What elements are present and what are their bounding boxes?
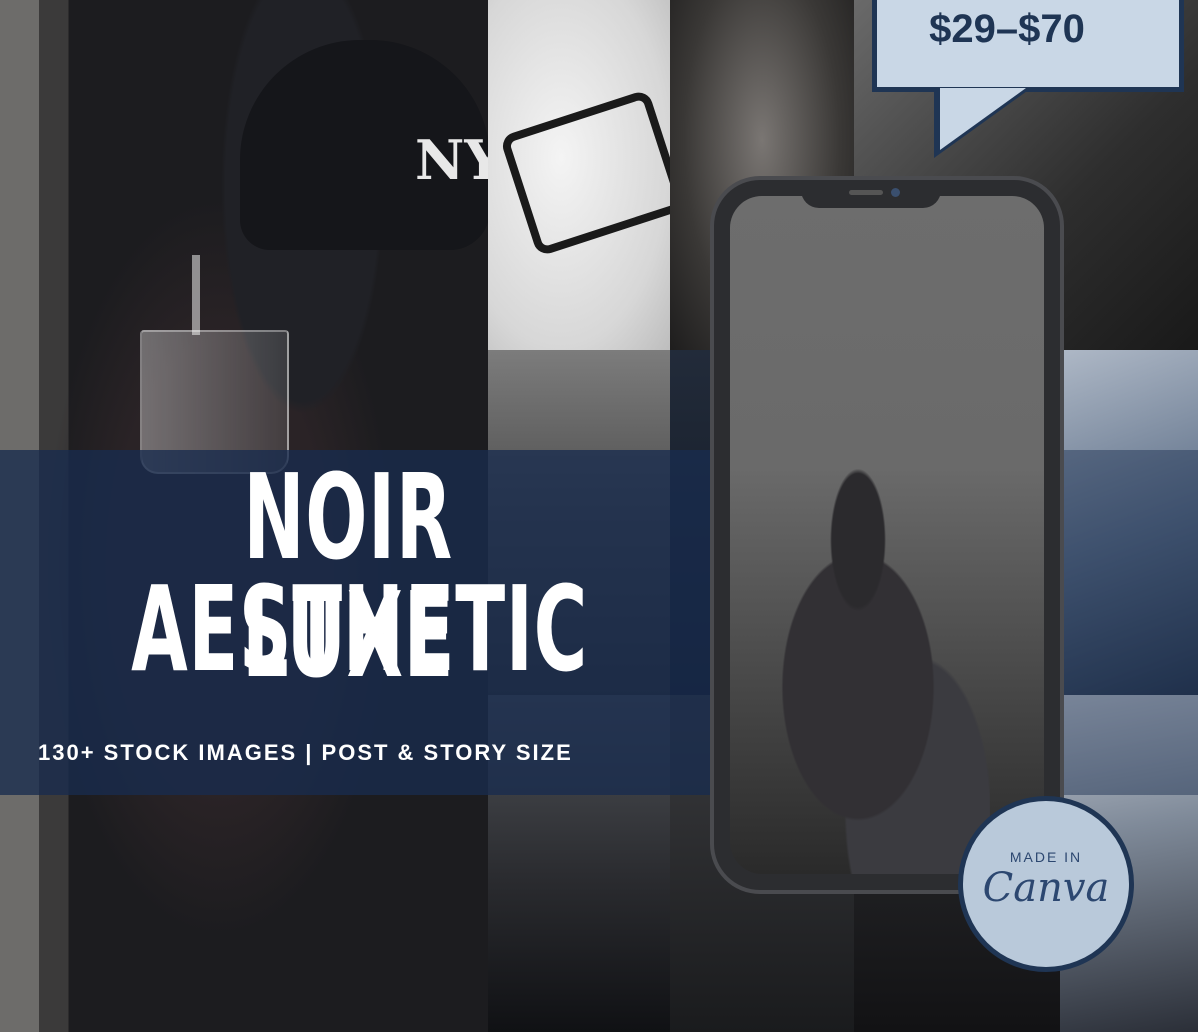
cap-logo-text: NY <box>415 128 503 192</box>
phone-photo-person <box>750 456 990 874</box>
speaker-icon <box>849 190 883 195</box>
made-in-canva-badge: MADE IN Canva <box>958 796 1134 972</box>
phone-notch <box>801 180 941 208</box>
phone-screen <box>730 196 1044 874</box>
badge-top-text: MADE IN <box>1009 849 1083 865</box>
price-bubble-tail-inner <box>940 88 1026 150</box>
title-line-2: AESTHETIC <box>131 560 588 698</box>
overlay-band-right <box>1060 450 1198 795</box>
straw-image <box>192 255 200 335</box>
badge-main-text: Canva <box>982 865 1110 911</box>
camera-icon <box>891 188 900 197</box>
subtitle: 130+ STOCK IMAGES | POST & STORY SIZE <box>38 740 573 765</box>
price-label: $29–$70 <box>929 7 1085 51</box>
phone-mockup <box>714 180 1060 890</box>
